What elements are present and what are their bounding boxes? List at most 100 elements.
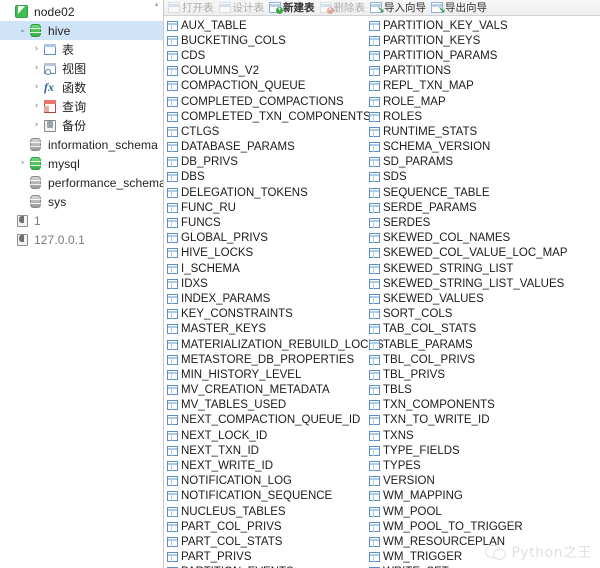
table-list-item[interactable]: TBL_COL_PRIVS — [369, 352, 571, 367]
table-list-item[interactable]: TAB_COL_STATS — [369, 322, 571, 337]
toolbar-button-import-wizard[interactable]: ↘ 导入向导 — [369, 0, 430, 15]
table-list-item[interactable]: MIN_HISTORY_LEVEL — [167, 367, 369, 382]
tree-item-hive[interactable]: ⌄ hive — [0, 21, 163, 40]
tree-item--[interactable]: › 查询 — [0, 97, 163, 116]
table-list-item[interactable]: NEXT_COMPACTION_QUEUE_ID — [167, 413, 369, 428]
tree-item-sys[interactable]: sys — [0, 192, 163, 211]
table-list-item[interactable]: FUNCS — [167, 215, 369, 230]
table-list-item[interactable]: NEXT_LOCK_ID — [167, 428, 369, 443]
connection-tree-panel[interactable]: ▴ node02 ⌄ hive › 表 › 视图 › fx 函数 › 查询 › 备份 information… — [0, 0, 164, 568]
table-name-label: DATABASE_PARAMS — [181, 141, 295, 154]
table-list-item[interactable]: PARTITION_KEY_VALS — [369, 18, 571, 33]
sidebar-scroll-up-arrow[interactable]: ▴ — [152, 1, 161, 9]
chevron-right-icon[interactable]: › — [30, 78, 43, 97]
table-list-item[interactable]: TBLS — [369, 383, 571, 398]
table-list-item[interactable]: REPL_TXN_MAP — [369, 79, 571, 94]
table-list-item[interactable]: SERDE_PARAMS — [369, 200, 571, 215]
table-list[interactable]: AUX_TABLE BUCKETING_COLS CDS COLUMNS_V2 COMP… — [164, 16, 600, 568]
table-list-item[interactable]: CDS — [167, 48, 369, 63]
chevron-right-icon[interactable]: › — [30, 59, 43, 78]
table-list-item[interactable]: TXNS — [369, 428, 571, 443]
table-list-item[interactable]: TABLE_PARAMS — [369, 337, 571, 352]
table-list-item[interactable]: DB_PRIVS — [167, 155, 369, 170]
table-list-item[interactable]: KEY_CONSTRAINTS — [167, 307, 369, 322]
tree-item-node02[interactable]: node02 — [0, 2, 163, 21]
table-list-item[interactable]: IDXS — [167, 276, 369, 291]
table-list-item[interactable]: COMPACTION_QUEUE — [167, 79, 369, 94]
table-list-item[interactable]: MV_TABLES_USED — [167, 398, 369, 413]
table-list-item[interactable]: NEXT_TXN_ID — [167, 443, 369, 458]
table-list-item[interactable]: NOTIFICATION_LOG — [167, 474, 369, 489]
table-list-item[interactable]: PARTITION_PARAMS — [369, 48, 571, 63]
table-list-item[interactable]: WM_POOL_TO_TRIGGER — [369, 519, 571, 534]
tree-item--[interactable]: › 表 — [0, 40, 163, 59]
table-list-item[interactable]: MASTER_KEYS — [167, 322, 369, 337]
table-list-item[interactable]: DELEGATION_TOKENS — [167, 185, 369, 200]
table-list-item[interactable]: WM_TRIGGER — [369, 550, 571, 565]
tree-item--[interactable]: › 视图 — [0, 59, 163, 78]
table-list-item[interactable]: NUCLEUS_TABLES — [167, 504, 369, 519]
table-list-item[interactable]: ROLE_MAP — [369, 94, 571, 109]
table-list-item[interactable]: TXN_TO_WRITE_ID — [369, 413, 571, 428]
toolbar-button-export-wizard[interactable]: ↘ 导出向导 — [430, 0, 491, 15]
table-list-item[interactable]: TYPES — [369, 458, 571, 473]
table-list-item[interactable]: GLOBAL_PRIVS — [167, 231, 369, 246]
table-list-item[interactable]: PARTITIONS — [369, 64, 571, 79]
table-list-item[interactable]: PART_PRIVS — [167, 550, 369, 565]
chevron-right-icon[interactable]: › — [30, 40, 43, 59]
table-list-item[interactable]: PARTITION_KEYS — [369, 33, 571, 48]
table-list-item[interactable]: SDS — [369, 170, 571, 185]
tree-item-1[interactable]: 1 — [0, 211, 163, 230]
chevron-right-icon[interactable]: › — [16, 154, 29, 173]
table-list-item[interactable]: PART_COL_STATS — [167, 534, 369, 549]
tree-item-information_schema[interactable]: information_schema — [0, 135, 163, 154]
table-list-item[interactable]: SKEWED_COL_NAMES — [369, 231, 571, 246]
table-list-item[interactable]: CTLGS — [167, 124, 369, 139]
table-list-item[interactable]: DBS — [167, 170, 369, 185]
table-list-item[interactable]: SKEWED_COL_VALUE_LOC_MAP — [369, 246, 571, 261]
table-list-item[interactable]: WM_RESOURCEPLAN — [369, 534, 571, 549]
table-list-item[interactable]: SKEWED_STRING_LIST — [369, 261, 571, 276]
table-list-item[interactable]: RUNTIME_STATS — [369, 124, 571, 139]
table-list-item[interactable]: NEXT_WRITE_ID — [167, 458, 369, 473]
table-list-item[interactable]: METASTORE_DB_PROPERTIES — [167, 352, 369, 367]
chevron-down-icon[interactable]: ⌄ — [16, 21, 29, 40]
table-list-item[interactable]: VERSION — [369, 474, 571, 489]
table-list-item[interactable]: SKEWED_VALUES — [369, 291, 571, 306]
table-list-item[interactable]: FUNC_RU — [167, 200, 369, 215]
table-list-item[interactable]: TBL_PRIVS — [369, 367, 571, 382]
table-list-item[interactable]: TYPE_FIELDS — [369, 443, 571, 458]
table-list-item[interactable]: AUX_TABLE — [167, 18, 369, 33]
table-list-item[interactable]: PART_COL_PRIVS — [167, 519, 369, 534]
table-list-item[interactable]: ROLES — [369, 109, 571, 124]
tree-item-127-0-0-1[interactable]: 127.0.0.1 — [0, 230, 163, 249]
tree-item-performance_schema[interactable]: performance_schema — [0, 173, 163, 192]
table-list-item[interactable]: SCHEMA_VERSION — [369, 140, 571, 155]
table-list-item[interactable]: COMPLETED_TXN_COMPONENTS — [167, 109, 371, 124]
table-list-item[interactable]: COLUMNS_V2 — [167, 64, 369, 79]
table-list-item[interactable]: INDEX_PARAMS — [167, 291, 369, 306]
chevron-right-icon[interactable]: › — [30, 97, 43, 116]
table-list-item[interactable]: WM_MAPPING — [369, 489, 571, 504]
table-list-item[interactable]: MV_CREATION_METADATA — [167, 383, 369, 398]
tree-item-mysql[interactable]: › mysql — [0, 154, 163, 173]
table-list-item[interactable]: SORT_COLS — [369, 307, 571, 322]
tree-item--[interactable]: › fx 函数 — [0, 78, 163, 97]
table-list-item[interactable]: COMPLETED_COMPACTIONS — [167, 94, 369, 109]
chevron-right-icon[interactable]: › — [30, 116, 43, 135]
table-list-item[interactable]: HIVE_LOCKS — [167, 246, 369, 261]
table-list-item[interactable]: SD_PARAMS — [369, 155, 571, 170]
table-list-item[interactable]: WM_POOL — [369, 504, 571, 519]
table-list-item[interactable]: TXN_COMPONENTS — [369, 398, 571, 413]
table-list-item[interactable]: DATABASE_PARAMS — [167, 140, 369, 155]
table-list-item[interactable]: SEQUENCE_TABLE — [369, 185, 571, 200]
table-list-item[interactable]: NOTIFICATION_SEQUENCE — [167, 489, 369, 504]
table-list-item[interactable]: SKEWED_STRING_LIST_VALUES — [369, 276, 571, 291]
table-list-item[interactable]: SERDES — [369, 215, 571, 230]
toolbar-button-new-table[interactable]: + 新建表 — [268, 0, 319, 15]
table-list-item[interactable]: I_SCHEMA — [167, 261, 369, 276]
table-list-item[interactable]: MATERIALIZATION_REBUILD_LOCKS — [167, 337, 384, 352]
tree-item--[interactable]: › 备份 — [0, 116, 163, 135]
table-toolbar[interactable]: 打开表 设计表 + 新建表 × 删除表 ↘ 导入向导 ↘ 导出向导 — [164, 0, 600, 16]
table-list-item[interactable]: BUCKETING_COLS — [167, 33, 369, 48]
